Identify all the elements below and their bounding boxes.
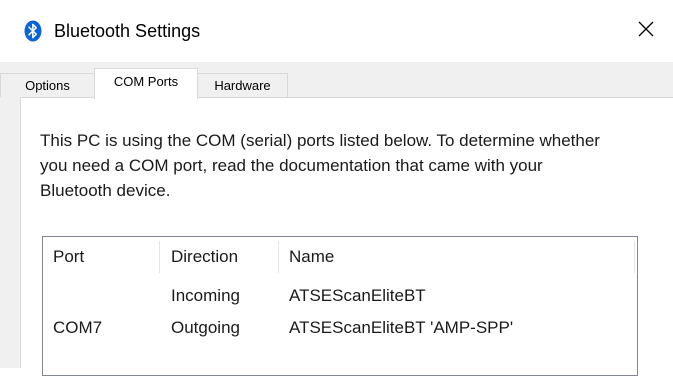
table-row[interactable]: Incoming ATSEScanEliteBT xyxy=(43,280,637,312)
window-title: Bluetooth Settings xyxy=(54,21,201,41)
close-button[interactable] xyxy=(626,12,666,50)
cell-direction: Outgoing xyxy=(171,318,240,337)
column-divider[interactable] xyxy=(634,241,635,273)
bluetooth-icon xyxy=(24,20,42,42)
cell-port xyxy=(43,280,159,312)
cell-direction: Incoming xyxy=(171,286,240,305)
title-bar: Bluetooth Settings xyxy=(0,0,673,62)
column-header-port[interactable]: Port xyxy=(43,237,159,277)
cell-name: ATSEScanEliteBT xyxy=(289,286,426,305)
close-icon xyxy=(638,21,654,42)
com-ports-list[interactable]: Port Direction Name Incoming ATSEScanEli… xyxy=(42,236,638,376)
tab-options-label: Options xyxy=(25,78,70,93)
cell-name: ATSEScanEliteBT 'AMP-SPP' xyxy=(289,318,514,337)
tab-hardware[interactable]: Hardware xyxy=(197,73,288,97)
tab-options[interactable]: Options xyxy=(0,73,95,97)
column-divider[interactable] xyxy=(159,241,160,273)
column-header-name-label: Name xyxy=(289,247,335,266)
tab-com-ports-label: COM Ports xyxy=(113,74,179,89)
table-row[interactable]: COM7 Outgoing ATSEScanEliteBT 'AMP-SPP' xyxy=(43,312,637,344)
column-header-direction-label: Direction xyxy=(171,247,239,266)
tab-hardware-label: Hardware xyxy=(214,78,271,93)
list-header: Port Direction Name xyxy=(43,237,637,277)
column-header-name[interactable]: Name xyxy=(279,237,634,277)
cell-port: COM7 xyxy=(53,318,103,337)
tab-com-ports[interactable]: COM Ports xyxy=(94,68,198,99)
com-ports-description: This PC is using the COM (serial) ports … xyxy=(40,131,600,200)
column-header-port-label: Port xyxy=(53,247,85,266)
column-header-direction[interactable]: Direction xyxy=(161,237,278,277)
